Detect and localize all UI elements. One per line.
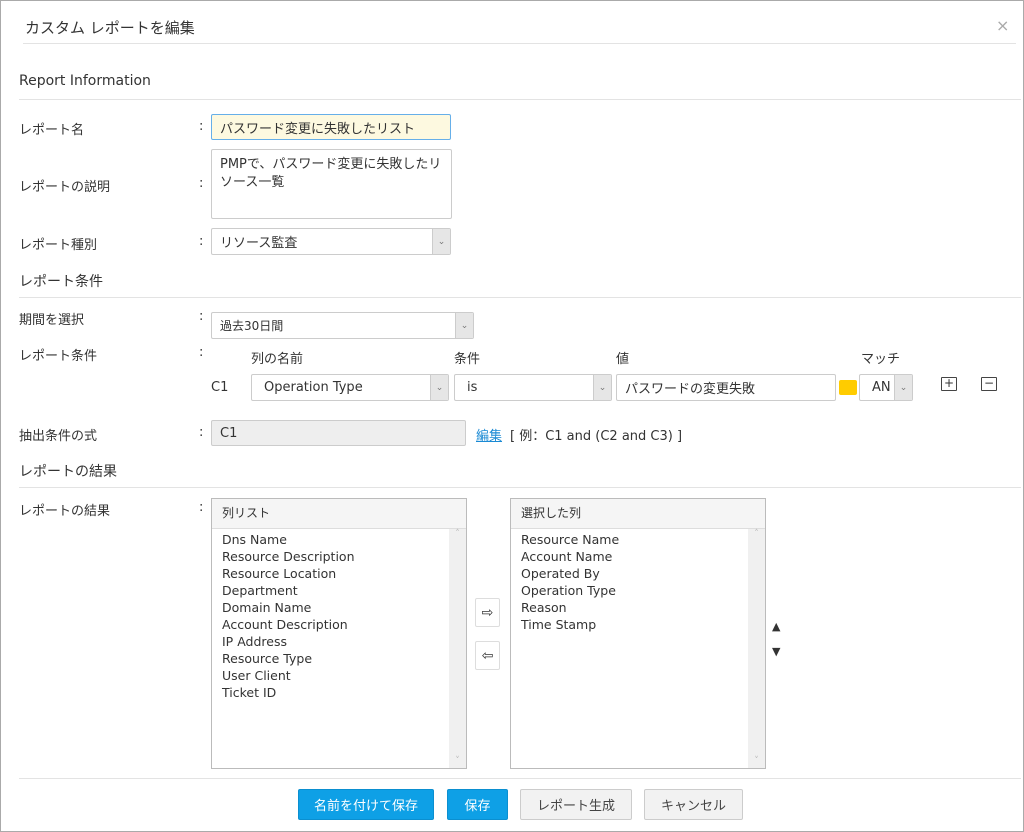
list-item[interactable]: Account Name (521, 548, 755, 565)
colon: : (199, 500, 204, 515)
move-down-icon[interactable]: ▼ (772, 645, 780, 658)
list-item[interactable]: Operation Type (521, 582, 755, 599)
report-type-label: レポート種別 (19, 238, 98, 253)
edit-expression-link[interactable]: 編集 (476, 425, 502, 444)
section-results: レポートの結果 (19, 464, 117, 480)
match-select[interactable]: AN ⌄ (859, 374, 913, 401)
dialog: カスタム レポートを編集 × Report Information レポート名 … (0, 0, 1024, 832)
list-item[interactable]: Reason (521, 599, 755, 616)
report-type-value: リソース監査 (220, 236, 298, 251)
add-column-button[interactable]: ⇨ (475, 598, 500, 627)
match-header: マッチ (861, 352, 901, 367)
scrollbar[interactable]: ˄ ˅ (748, 529, 765, 768)
condition-id: C1 (211, 380, 229, 395)
colon: : (199, 345, 204, 360)
list-item[interactable]: User Client (222, 667, 456, 684)
period-label: 期間を選択 (19, 313, 85, 328)
list-item[interactable]: Dns Name (222, 531, 456, 548)
list-item[interactable]: Time Stamp (521, 616, 755, 633)
divider (19, 778, 1021, 779)
close-icon[interactable]: × (996, 16, 1009, 35)
dialog-title: カスタム レポートを編集 (25, 19, 195, 37)
list-item[interactable]: Ticket ID (222, 684, 456, 701)
generate-report-button[interactable]: レポート生成 (520, 789, 632, 820)
chevron-down-icon: ⌄ (894, 375, 912, 400)
chevron-down-icon: ⌄ (432, 229, 450, 254)
divider (23, 43, 1016, 44)
colon: : (199, 119, 204, 134)
condition-value-input[interactable]: パスワードの変更失敗 (616, 374, 836, 401)
expression-label: 抽出条件の式 (19, 429, 98, 444)
cancel-button[interactable]: キャンセル (644, 789, 743, 820)
available-columns-header: 列リスト (212, 499, 466, 529)
condition-column-select[interactable]: Operation Type ⌄ (251, 374, 449, 401)
expression-input[interactable]: C1 (211, 420, 466, 446)
divider (19, 99, 1021, 100)
condition-column-value: Operation Type (264, 380, 363, 395)
list-item[interactable]: Account Description (222, 616, 456, 633)
report-desc-textarea[interactable]: PMPで、パスワード変更に失敗したリソース一覧 (211, 149, 452, 219)
chevron-down-icon: ⌄ (455, 313, 473, 338)
remove-column-button[interactable]: ⇦ (475, 641, 500, 670)
results-label: レポートの結果 (19, 504, 111, 519)
selected-columns-header: 選択した列 (511, 499, 765, 529)
divider (19, 487, 1021, 488)
colon: : (199, 425, 204, 440)
colon: : (199, 176, 204, 191)
scrollbar[interactable]: ˄ ˅ (449, 529, 466, 768)
add-condition-icon[interactable]: + (941, 377, 957, 391)
condition-operator-value: is (467, 380, 478, 395)
report-name-input[interactable]: パスワード変更に失敗したリスト (211, 114, 451, 140)
list-item[interactable]: Domain Name (222, 599, 456, 616)
period-select[interactable]: 過去30日間 ⌄ (211, 312, 474, 339)
value-header: 値 (616, 352, 630, 367)
list-item[interactable]: Resource Description (222, 548, 456, 565)
report-desc-label: レポートの説明 (19, 180, 111, 195)
list-item[interactable]: IP Address (222, 633, 456, 650)
report-type-select[interactable]: リソース監査 ⌄ (211, 228, 451, 255)
list-item[interactable]: Department (222, 582, 456, 599)
divider (19, 297, 1021, 298)
chevron-down-icon: ⌄ (430, 375, 448, 400)
remove-condition-icon[interactable]: − (981, 377, 997, 391)
section-conditions: レポート条件 (19, 274, 103, 290)
save-as-button[interactable]: 名前を付けて保存 (298, 789, 434, 820)
colon: : (199, 234, 204, 249)
operator-header: 条件 (454, 352, 481, 367)
condition-label: レポート条件 (19, 349, 98, 364)
expression-example: [ 例：C1 and (C2 and C3) ] (510, 429, 683, 444)
move-up-icon[interactable]: ▲ (772, 620, 780, 633)
list-item[interactable]: Resource Location (222, 565, 456, 582)
colon: : (199, 309, 204, 324)
selected-columns-list[interactable]: 選択した列 Resource Name Account Name Operated … (510, 498, 766, 769)
condition-operator-select[interactable]: is ⌄ (454, 374, 612, 401)
list-item[interactable]: Resource Type (222, 650, 456, 667)
folder-icon[interactable] (839, 380, 857, 395)
save-button[interactable]: 保存 (447, 789, 508, 820)
period-value: 過去30日間 (220, 319, 284, 333)
available-columns-list[interactable]: 列リスト Dns Name Resource Description Resourc… (211, 498, 467, 769)
column-header: 列の名前 (251, 352, 304, 367)
chevron-down-icon: ⌄ (593, 375, 611, 400)
report-name-label: レポート名 (19, 123, 85, 138)
list-item[interactable]: Resource Name (521, 531, 755, 548)
match-value: AN (872, 380, 891, 395)
section-report-info: Report Information (19, 73, 151, 89)
list-item[interactable]: Operated By (521, 565, 755, 582)
